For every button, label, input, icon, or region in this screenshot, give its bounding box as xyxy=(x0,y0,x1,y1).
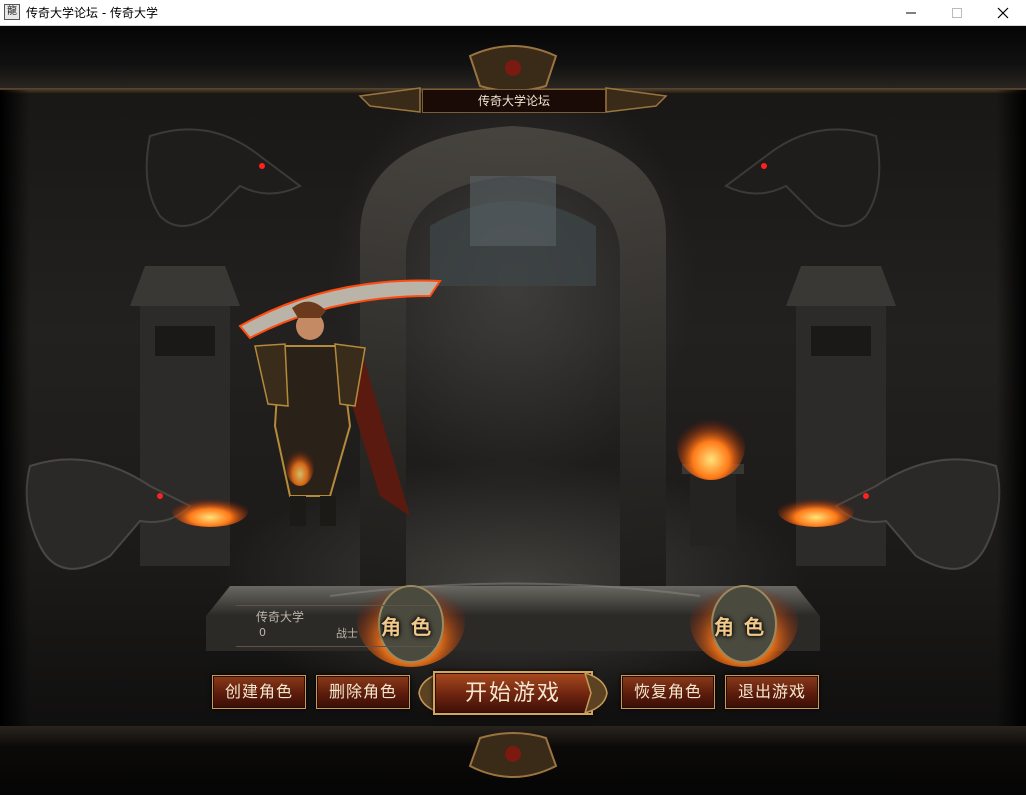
server-name-banner: 传奇大学论坛 xyxy=(422,89,606,113)
character-name[interactable]: 传奇大学 xyxy=(256,608,304,625)
close-button[interactable] xyxy=(980,0,1026,26)
minimize-button[interactable] xyxy=(888,0,934,26)
fire-brazier xyxy=(677,412,745,546)
start-game-button[interactable]: 开始游戏 xyxy=(433,671,593,715)
delete-character-button[interactable]: 删除角色 xyxy=(316,675,410,709)
right-edge-shade xyxy=(996,90,1026,726)
slot-badge-label: 角色 xyxy=(381,615,441,639)
create-character-button[interactable]: 创建角色 xyxy=(212,675,306,709)
slot-badge-label: 角色 xyxy=(714,615,774,639)
window-title: 传奇大学论坛 - 传奇大学 xyxy=(26,6,158,20)
bottom-frame xyxy=(0,726,1026,795)
game-viewport: 传奇大学论坛 传奇大学 0 战士 角色 角色 创建角色 删除角色 开始游戏 恢复… xyxy=(0,26,1026,795)
character-level: 0 xyxy=(259,626,266,639)
central-archway xyxy=(360,126,666,586)
left-edge-shade xyxy=(0,90,30,726)
window-titlebar[interactable]: 龍 传奇大学论坛 - 传奇大学 xyxy=(0,0,1026,26)
app-icon: 龍 xyxy=(4,4,20,20)
restore-character-button[interactable]: 恢复角色 xyxy=(621,675,715,709)
maximize-button[interactable] xyxy=(934,0,980,26)
exit-game-button[interactable]: 退出游戏 xyxy=(725,675,819,709)
character-slot-2[interactable]: 角色 xyxy=(684,577,804,667)
upper-left-dragon-statue xyxy=(145,128,302,227)
start-right-dragon-ornament xyxy=(583,671,608,715)
minimize-icon xyxy=(906,12,916,14)
character-slot-1[interactable]: 角色 xyxy=(351,577,471,667)
warrior-character xyxy=(238,279,442,526)
close-icon xyxy=(997,7,1009,19)
upper-right-dragon-statue xyxy=(724,128,881,227)
maximize-icon xyxy=(952,8,962,18)
